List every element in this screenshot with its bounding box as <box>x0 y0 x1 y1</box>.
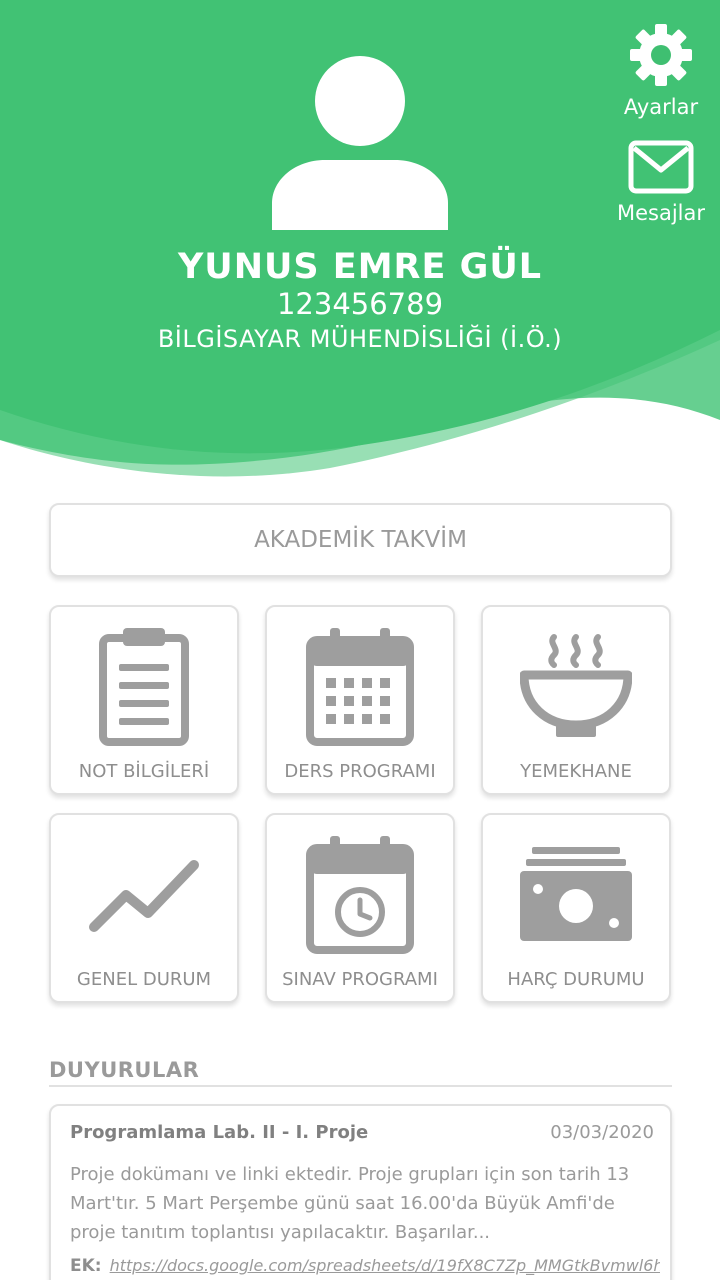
attachment-link[interactable]: https://docs.google.com/spreadsheets/d/1… <box>110 1256 660 1275</box>
student-department: BİLGİSAYAR MÜHENDİSLİĞİ (İ.Ö.) <box>157 325 563 353</box>
grades-label: NOT BİLGİLERİ <box>78 761 210 782</box>
student-id: 123456789 <box>276 287 444 321</box>
announcement-card[interactable]: Programlama Lab. II - I. Proje 03/03/202… <box>49 1104 672 1280</box>
calendar-clock-icon <box>306 836 414 954</box>
exams-tile[interactable]: SINAV PROGRAMI <box>265 813 455 1003</box>
overview-tile[interactable]: GENEL DURUM <box>49 813 239 1003</box>
exams-label: SINAV PROGRAMI <box>282 969 438 990</box>
grades-tile[interactable]: NOT BİLGİLERİ <box>49 605 239 795</box>
money-icon <box>520 847 632 941</box>
avatar-icon <box>272 56 448 230</box>
announcement-title: Programlama Lab. II - I. Proje <box>70 1122 369 1143</box>
gear-icon <box>630 24 692 86</box>
schedule-label: DERS PROGRAMI <box>284 761 436 782</box>
profile-header: Ayarlar Mesajlar YUNUS EMRE GÜL 12345678… <box>0 0 720 490</box>
attachment-label: EK: <box>70 1256 102 1276</box>
clipboard-icon <box>99 628 189 746</box>
fees-label: HARÇ DURUMU <box>507 969 645 990</box>
cafeteria-label: YEMEKHANE <box>520 761 632 782</box>
cafeteria-tile[interactable]: YEMEKHANE <box>481 605 671 795</box>
schedule-tile[interactable]: DERS PROGRAMI <box>265 605 455 795</box>
academic-calendar-button[interactable]: AKADEMİK TAKVİM <box>49 503 672 577</box>
soup-bowl-icon <box>520 634 632 737</box>
announcement-attachment: EK: https://docs.google.com/spreadsheets/… <box>70 1256 660 1276</box>
settings-button[interactable]: Ayarlar <box>616 22 706 119</box>
trend-chart-icon <box>89 860 199 932</box>
announcement-body: Proje dokümanı ve linki ektedir. Proje g… <box>70 1164 630 1243</box>
messages-label: Mesajlar <box>616 201 706 225</box>
announcement-date: 03/03/2020 <box>550 1122 654 1143</box>
announcements-divider <box>49 1085 672 1087</box>
settings-label: Ayarlar <box>623 95 699 119</box>
messages-button[interactable]: Mesajlar <box>616 140 706 225</box>
mail-icon <box>628 140 694 194</box>
overview-label: GENEL DURUM <box>76 969 212 990</box>
fees-tile[interactable]: HARÇ DURUMU <box>481 813 671 1003</box>
announcements-heading: DUYURULAR <box>49 1058 200 1082</box>
calendar-icon <box>306 628 414 746</box>
student-name: YUNUS EMRE GÜL <box>177 247 543 287</box>
